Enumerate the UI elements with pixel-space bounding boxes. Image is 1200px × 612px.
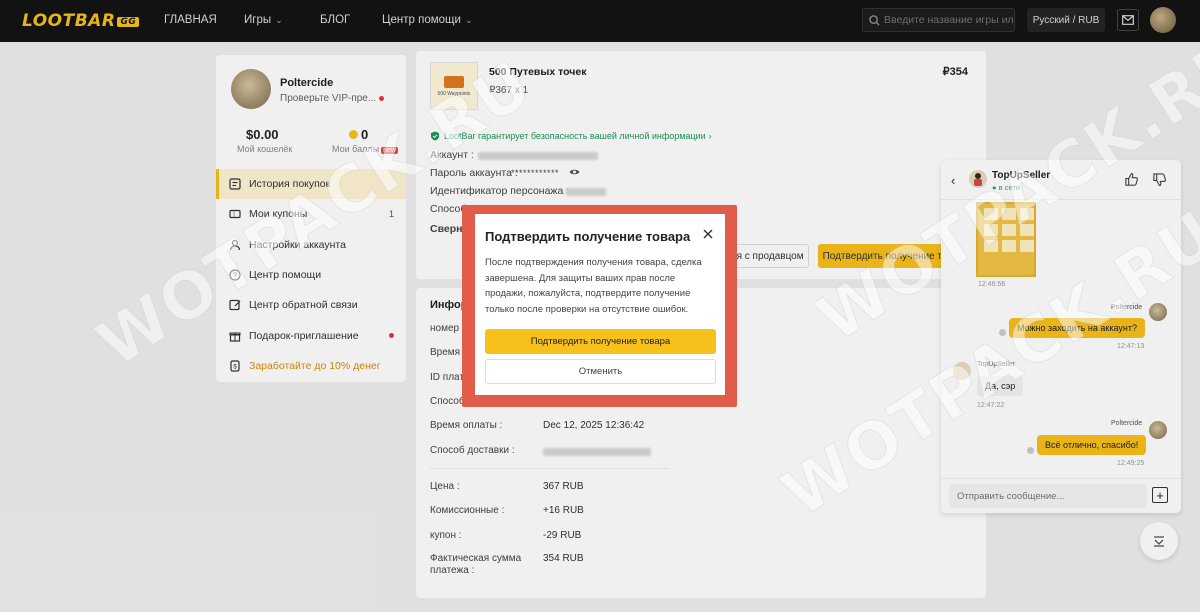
confirm-receipt-dialog: Подтвердить получение товара После подтв…	[475, 214, 725, 395]
dialog-title: Подтвердить получение товара	[485, 229, 691, 244]
close-icon[interactable]	[700, 226, 716, 242]
dialog-cancel-button[interactable]: Отменить	[485, 359, 716, 384]
dialog-confirm-button[interactable]: Подтвердить получение товара	[485, 329, 716, 354]
dialog-message: После подтверждения получения товара, сд…	[485, 257, 702, 315]
